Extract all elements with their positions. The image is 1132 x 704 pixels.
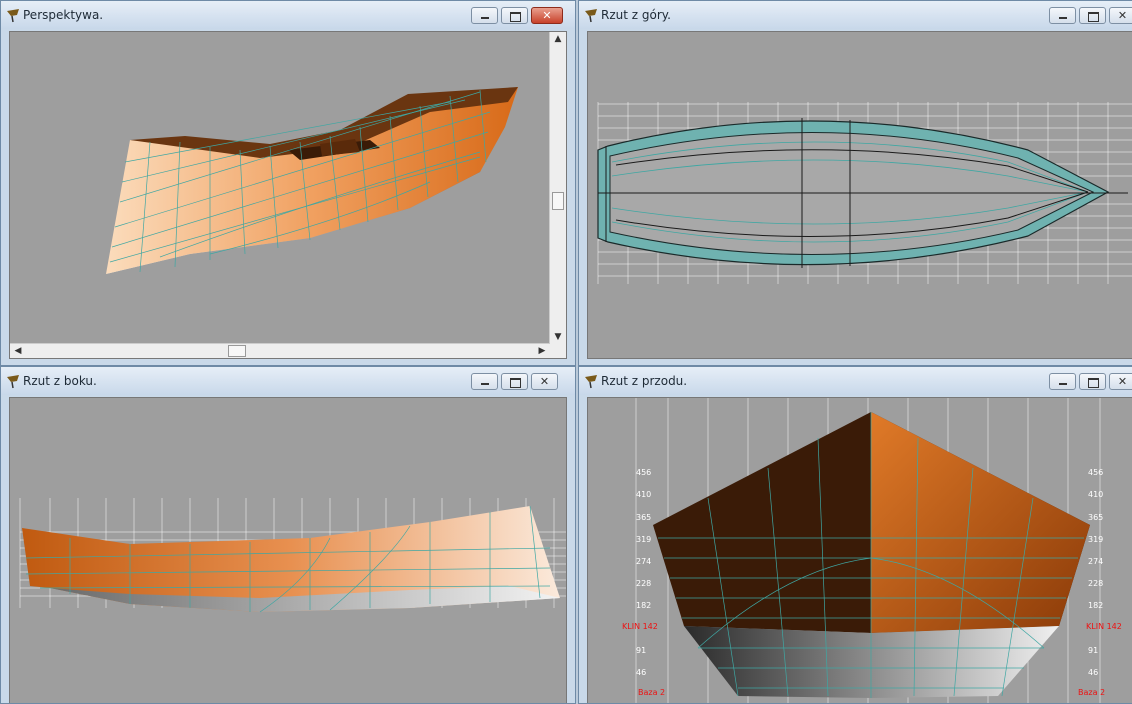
right-scale-91: 91 (1088, 646, 1099, 655)
window-title: Rzut z boku. (23, 374, 97, 388)
top-view-hull-drawing (597, 102, 1132, 284)
left-klin-label: KLIN 142 (622, 622, 658, 631)
front-view-titlebar[interactable]: Rzut z przodu. (579, 367, 1132, 395)
scroll-left-icon[interactable]: ◀ (10, 344, 26, 358)
right-scale-182: 182 (1088, 601, 1104, 610)
top-view-viewport[interactable] (587, 31, 1132, 359)
close-button[interactable] (1109, 373, 1132, 390)
maximize-button[interactable] (1079, 373, 1106, 390)
left-scale-228: 228 (636, 579, 652, 588)
left-scale-365: 365 (636, 513, 652, 522)
right-scale-228: 228 (1088, 579, 1104, 588)
scroll-right-icon[interactable]: ▶ (534, 344, 550, 358)
right-klin-label: KLIN 142 (1086, 622, 1122, 631)
right-scale-274: 274 (1088, 557, 1104, 566)
minimize-button[interactable] (1049, 373, 1076, 390)
close-button[interactable] (531, 7, 563, 24)
left-scale-456: 456 (636, 468, 652, 477)
left-scale-410: 410 (636, 490, 652, 499)
side-view-titlebar[interactable]: Rzut z boku. (1, 367, 575, 395)
perspective-hull-render (106, 87, 518, 274)
right-scale-46: 46 (1088, 668, 1099, 677)
horizontal-scrollbar[interactable]: ◀ ▶ (10, 343, 550, 358)
window-title: Rzut z góry. (601, 8, 671, 22)
vertical-scrollbar[interactable]: ▲ ▼ (549, 32, 566, 344)
window-title: Rzut z przodu. (601, 374, 688, 388)
right-scale-456: 456 (1088, 468, 1104, 477)
scroll-down-icon[interactable]: ▼ (550, 330, 566, 344)
vertical-scroll-thumb[interactable] (552, 192, 564, 210)
app-icon (5, 373, 21, 389)
left-scale-274: 274 (636, 557, 652, 566)
right-baza-label: Baza 2 (1078, 688, 1106, 697)
side-view-window: Rzut z boku. (0, 366, 576, 704)
right-scale-319: 319 (1088, 535, 1104, 544)
minimize-button[interactable] (471, 373, 498, 390)
maximize-button[interactable] (501, 7, 528, 24)
close-button[interactable] (531, 373, 558, 390)
horizontal-scroll-thumb[interactable] (228, 345, 246, 357)
scroll-corner (550, 344, 566, 358)
maximize-button[interactable] (1079, 7, 1106, 24)
minimize-button[interactable] (471, 7, 498, 24)
perspective-viewport[interactable]: ▲ ▼ ◀ ▶ (9, 31, 567, 359)
minimize-button[interactable] (1049, 7, 1076, 24)
right-scale-365: 365 (1088, 513, 1104, 522)
maximize-button[interactable] (501, 373, 528, 390)
app-icon (583, 373, 599, 389)
perspective-window: Perspektywa. ✕ ▲ ▼ ◀ ▶ (0, 0, 576, 366)
side-view-viewport[interactable] (9, 397, 567, 703)
perspective-titlebar[interactable]: Perspektywa. (1, 1, 575, 29)
left-scale-319: 319 (636, 535, 652, 544)
front-view-viewport[interactable]: 456 410 365 319 274 228 182 91 46 456 41… (587, 397, 1132, 703)
top-view-titlebar[interactable]: Rzut z góry. (579, 1, 1132, 29)
close-button[interactable] (1109, 7, 1132, 24)
top-view-window: Rzut z góry. (578, 0, 1132, 366)
front-view-hull-drawing (635, 398, 1101, 703)
right-scale-410: 410 (1088, 490, 1104, 499)
front-view-window: Rzut z przodu. ✕ 456 410 365 319 274 228… (578, 366, 1132, 704)
left-scale-46: 46 (636, 668, 647, 677)
scroll-up-icon[interactable]: ▲ (550, 32, 566, 46)
left-baza-label: Baza 2 (638, 688, 666, 697)
left-scale-182: 182 (636, 601, 652, 610)
window-title: Perspektywa. (23, 8, 104, 22)
side-view-hull-drawing (19, 498, 566, 613)
app-icon (583, 7, 599, 23)
left-scale-91: 91 (636, 646, 647, 655)
app-icon (5, 7, 21, 23)
